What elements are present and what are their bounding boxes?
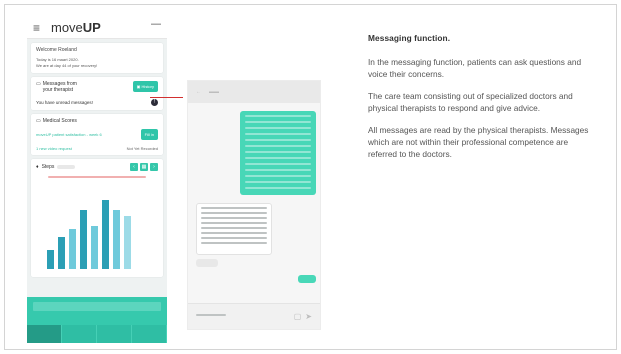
unread-message-text: You have unread messages! bbox=[36, 100, 93, 105]
steps-bar bbox=[47, 250, 54, 269]
steps-bar bbox=[91, 226, 98, 269]
chat-header: ← ▬▬ bbox=[188, 81, 320, 103]
goal-line bbox=[48, 176, 146, 178]
app-logo: moveUP bbox=[51, 20, 101, 35]
welcome-greeting: Welcome Roeland bbox=[36, 47, 77, 53]
status-bar-icon: ▬▬ bbox=[151, 21, 161, 27]
history-button[interactable]: ▣ History bbox=[132, 81, 158, 92]
chat-title-placeholder: ▬▬ bbox=[209, 89, 219, 95]
survey-link[interactable]: moveUP patient satisfaction - week 6 bbox=[36, 132, 104, 137]
medical-scores-title: ▭ Medical Scores bbox=[36, 118, 77, 124]
app-header: ≡ moveUP bbox=[27, 17, 167, 39]
tab-bar bbox=[27, 325, 167, 343]
tab-progress[interactable] bbox=[97, 325, 132, 343]
description-panel: Messaging function. In the messaging fun… bbox=[368, 33, 598, 170]
chat-input-bar[interactable]: ▢ ➤ bbox=[188, 303, 320, 329]
steps-bar bbox=[58, 237, 65, 269]
bottom-area bbox=[27, 297, 167, 343]
tab-exercises[interactable] bbox=[62, 325, 97, 343]
messages-card[interactable]: ▭ Messages from your therapist ▣ History… bbox=[31, 77, 163, 110]
calendar-button[interactable]: ▦ bbox=[140, 163, 148, 171]
chat-icon: ▭ bbox=[36, 81, 41, 87]
send-icon[interactable]: ➤ bbox=[305, 312, 312, 321]
hamburger-menu-icon[interactable]: ≡ bbox=[33, 21, 47, 35]
next-period-button[interactable]: › bbox=[150, 163, 158, 171]
description-heading: Messaging function. bbox=[368, 33, 451, 43]
message-bar[interactable] bbox=[33, 302, 161, 311]
steps-range-pill[interactable] bbox=[57, 165, 76, 169]
highlight-connector-line bbox=[150, 97, 183, 98]
outgoing-message-short bbox=[298, 275, 316, 283]
previous-period-button[interactable]: ‹ bbox=[130, 163, 138, 171]
folder-icon: ▭ bbox=[36, 118, 41, 124]
attachment-icon[interactable]: ▢ bbox=[294, 312, 302, 321]
steps-icon: ♦ bbox=[36, 164, 39, 170]
incoming-message bbox=[196, 203, 272, 255]
messages-title: ▭ Messages from your therapist bbox=[36, 81, 77, 93]
outgoing-message bbox=[240, 111, 316, 195]
steps-bar bbox=[113, 210, 120, 269]
chat-phone: ← ▬▬ ▢ ➤ bbox=[187, 80, 321, 330]
steps-card: ♦ Steps ‹ ▦ › bbox=[31, 159, 163, 277]
medical-scores-card: ▭ Medical Scores moveUP patient satisfac… bbox=[31, 114, 163, 155]
description-paragraph: All messages are read by the physical th… bbox=[368, 125, 589, 159]
video-request-link[interactable]: 1 new video request bbox=[36, 146, 72, 151]
steps-bar bbox=[124, 215, 131, 269]
steps-title: Steps bbox=[41, 164, 55, 170]
steps-bar bbox=[102, 199, 109, 269]
tab-profile[interactable] bbox=[132, 325, 167, 343]
fill-in-button[interactable]: Fill in bbox=[140, 129, 158, 140]
description-paragraph: In the messaging function, patients can … bbox=[368, 57, 582, 79]
steps-bar-chart bbox=[47, 189, 131, 269]
history-icon: ▣ bbox=[136, 84, 141, 89]
steps-bar bbox=[80, 210, 87, 269]
back-arrow-icon[interactable]: ← bbox=[196, 89, 201, 95]
dashboard-phone: ≡ moveUP ▬▬ Welcome Roeland Today is 16 … bbox=[27, 17, 167, 343]
description-paragraph: The care team consisting out of speciali… bbox=[368, 91, 573, 113]
welcome-card: Welcome Roeland Today is 16 maart 2020. … bbox=[31, 43, 163, 73]
steps-bar bbox=[69, 229, 76, 269]
tab-home[interactable] bbox=[27, 325, 62, 343]
alert-badge: ! bbox=[151, 99, 158, 106]
welcome-recovery-day: We are at day 44 of your recovery! bbox=[36, 63, 98, 68]
incoming-message-short bbox=[196, 259, 218, 267]
video-status: Not Yet Recorded bbox=[126, 146, 158, 151]
